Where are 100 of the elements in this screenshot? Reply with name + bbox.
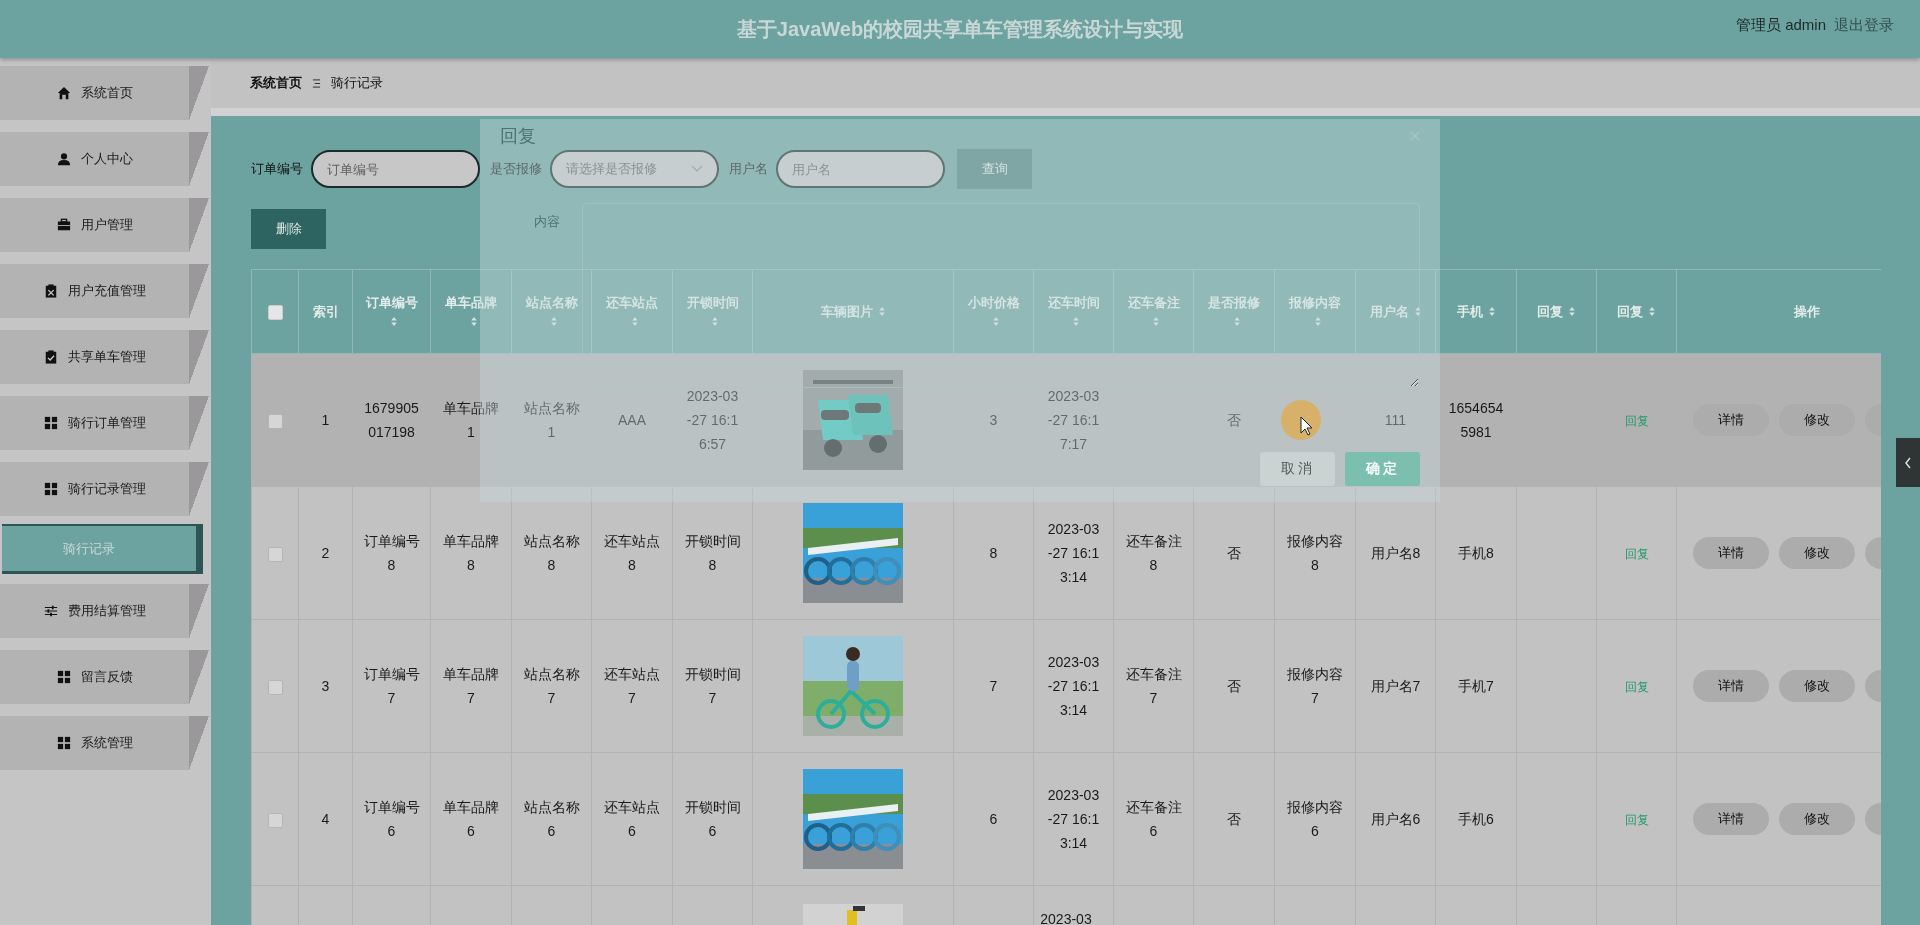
menu-item[interactable]: 骑行订单管理 (0, 396, 209, 450)
column-header[interactable]: 手机 (1456, 304, 1483, 319)
checkbox[interactable] (267, 546, 283, 562)
table-cell-text: 否 (1227, 411, 1241, 430)
table-cell-text: 2023-03-27 16:13:14 (1046, 786, 1101, 853)
home-icon (56, 86, 71, 100)
logout-link[interactable]: 退出登录 (1834, 16, 1894, 35)
column-header[interactable]: 还车时间 (1047, 295, 1100, 310)
action-button[interactable]: 修改 (1779, 404, 1855, 436)
table-cell-text: 否 (1227, 677, 1241, 696)
dialog-title: 回复 (500, 125, 536, 148)
table-cell-text: 2023-03-27 16:17:17 (1046, 387, 1101, 454)
checkbox[interactable] (267, 679, 283, 695)
reply-link[interactable]: 回复 (1624, 679, 1649, 694)
checkbox[interactable] (267, 304, 283, 320)
column-header[interactable]: 是否报修 (1208, 295, 1260, 310)
column-header: 操作 (1793, 304, 1820, 319)
table-cell-text: 2023-03-27 16:13:14 (1046, 520, 1101, 587)
column-header[interactable]: 订单编号 (365, 295, 418, 310)
cursor-icon (1281, 400, 1321, 440)
table-cell-text: 单车品牌6 (443, 798, 499, 841)
delete-button[interactable]: 删除 (251, 209, 326, 249)
checkbox[interactable] (267, 413, 283, 429)
person-icon (56, 152, 71, 166)
table-cell-text: 手机7 (1458, 677, 1494, 696)
table-cell-text: 单车品牌7 (443, 665, 499, 708)
grid-icon (43, 416, 58, 430)
action-button[interactable]: 修改 (1779, 537, 1855, 569)
input-field[interactable]: 订单编号 (311, 150, 480, 188)
action-button[interactable]: 详情 (1693, 670, 1769, 702)
table-cell-text: 1 (321, 411, 330, 430)
clipboard-x-icon (43, 284, 58, 298)
table-cell-text: 3 (989, 411, 998, 430)
column-header[interactable]: 用户名 (1369, 304, 1409, 319)
input-field[interactable]: 用户名 (776, 150, 945, 188)
column-header[interactable]: 开锁时间 (686, 295, 739, 310)
menu-item[interactable]: 系统首页 (0, 66, 209, 120)
table-cell-text: 还车站点8 (604, 532, 660, 575)
action-button[interactable]: 详情 (1693, 803, 1769, 835)
column-header[interactable]: 还车备注 (1127, 295, 1180, 310)
menu-item[interactable]: 个人中心 (0, 132, 209, 186)
table-cell-text: 还车备注7 (1125, 665, 1182, 708)
select-field[interactable]: 请选择是否报修 (550, 150, 719, 188)
table-cell-text: 用户名8 (1370, 544, 1421, 563)
table-cell-text: 开锁时间8 (684, 532, 741, 575)
table-cell-text: 站点名称1 (523, 399, 580, 442)
table-cell-text: 2023-03-27 16:16:57 (685, 387, 740, 454)
column-header[interactable]: 报修内容 (1289, 295, 1341, 310)
action-button[interactable]: 详情 (1693, 404, 1769, 436)
table-cell-text: 还车备注8 (1125, 532, 1182, 575)
table-cell-text: 订单编号7 (363, 665, 420, 708)
table-cell-text: 报修内容8 (1287, 532, 1343, 575)
column-header[interactable]: 单车品牌 (445, 295, 497, 310)
table-cell-text: 否 (1227, 544, 1241, 563)
table-cell-text: 2 (321, 544, 330, 563)
field-label: 是否报修 (490, 160, 542, 178)
table-cell-text: 开锁时间6 (684, 798, 741, 841)
table-cell-text: 还车备注6 (1125, 798, 1182, 841)
menu-item[interactable]: 共享单车管理 (0, 330, 209, 384)
reply-link[interactable]: 回复 (1624, 812, 1649, 827)
table-cell-text: 单车品牌1 (443, 399, 499, 442)
table-cell-text: 报修内容6 (1287, 798, 1343, 841)
grid-icon (43, 482, 58, 496)
caret-icon (691, 165, 703, 173)
search-button[interactable]: 查询 (957, 149, 1032, 189)
table-cell-text: 订单编号6 (363, 798, 420, 841)
column-header[interactable]: 小时价格 (967, 295, 1020, 310)
cancel-button[interactable]: 取消 (1260, 452, 1335, 486)
user-label: 管理员 admin (1735, 16, 1826, 35)
menu-item[interactable]: 用户充值管理 (0, 264, 209, 318)
column-header[interactable]: 回复 (1537, 304, 1563, 319)
menu-item[interactable]: 系统管理 (0, 716, 209, 770)
column-header[interactable]: 还车站点 (606, 295, 658, 310)
table-cell-text: 站点名称7 (523, 665, 580, 708)
action-button[interactable]: 详情 (1693, 537, 1769, 569)
table-cell-text: 3 (321, 677, 330, 696)
breadcrumb-item[interactable]: 系统首页 (250, 74, 302, 92)
collapse-handle[interactable] (1896, 438, 1920, 487)
reply-link[interactable]: 回复 (1624, 546, 1649, 561)
table-cell-text: 用户名6 (1370, 810, 1421, 829)
column-header[interactable]: 回复 (1617, 304, 1643, 319)
submenu-item[interactable]: 骑行记录 (2, 524, 203, 574)
checkbox[interactable] (267, 812, 283, 828)
menu-item[interactable]: 费用结算管理 (0, 584, 209, 638)
grid-icon (56, 670, 71, 684)
table-cell-text: 手机8 (1458, 544, 1494, 563)
separator-icon (312, 77, 321, 89)
column-header[interactable]: 站点名称 (525, 295, 578, 310)
content-field[interactable] (581, 203, 1420, 388)
menu-item[interactable]: 留言反馈 (0, 650, 209, 704)
table-cell-text: 7 (989, 677, 998, 696)
table-cell-text: 16546545981 (1448, 399, 1504, 442)
action-button[interactable]: 修改 (1779, 803, 1855, 835)
menu-item[interactable]: 用户管理 (0, 198, 209, 252)
action-button[interactable]: 修改 (1779, 670, 1855, 702)
table-cell-text: 还车站点6 (604, 798, 660, 841)
reply-link[interactable]: 回复 (1624, 413, 1649, 428)
confirm-button[interactable]: 确定 (1345, 452, 1420, 486)
column-header[interactable]: 车辆图片 (820, 304, 873, 319)
menu-item[interactable]: 骑行记录管理 (0, 462, 209, 516)
